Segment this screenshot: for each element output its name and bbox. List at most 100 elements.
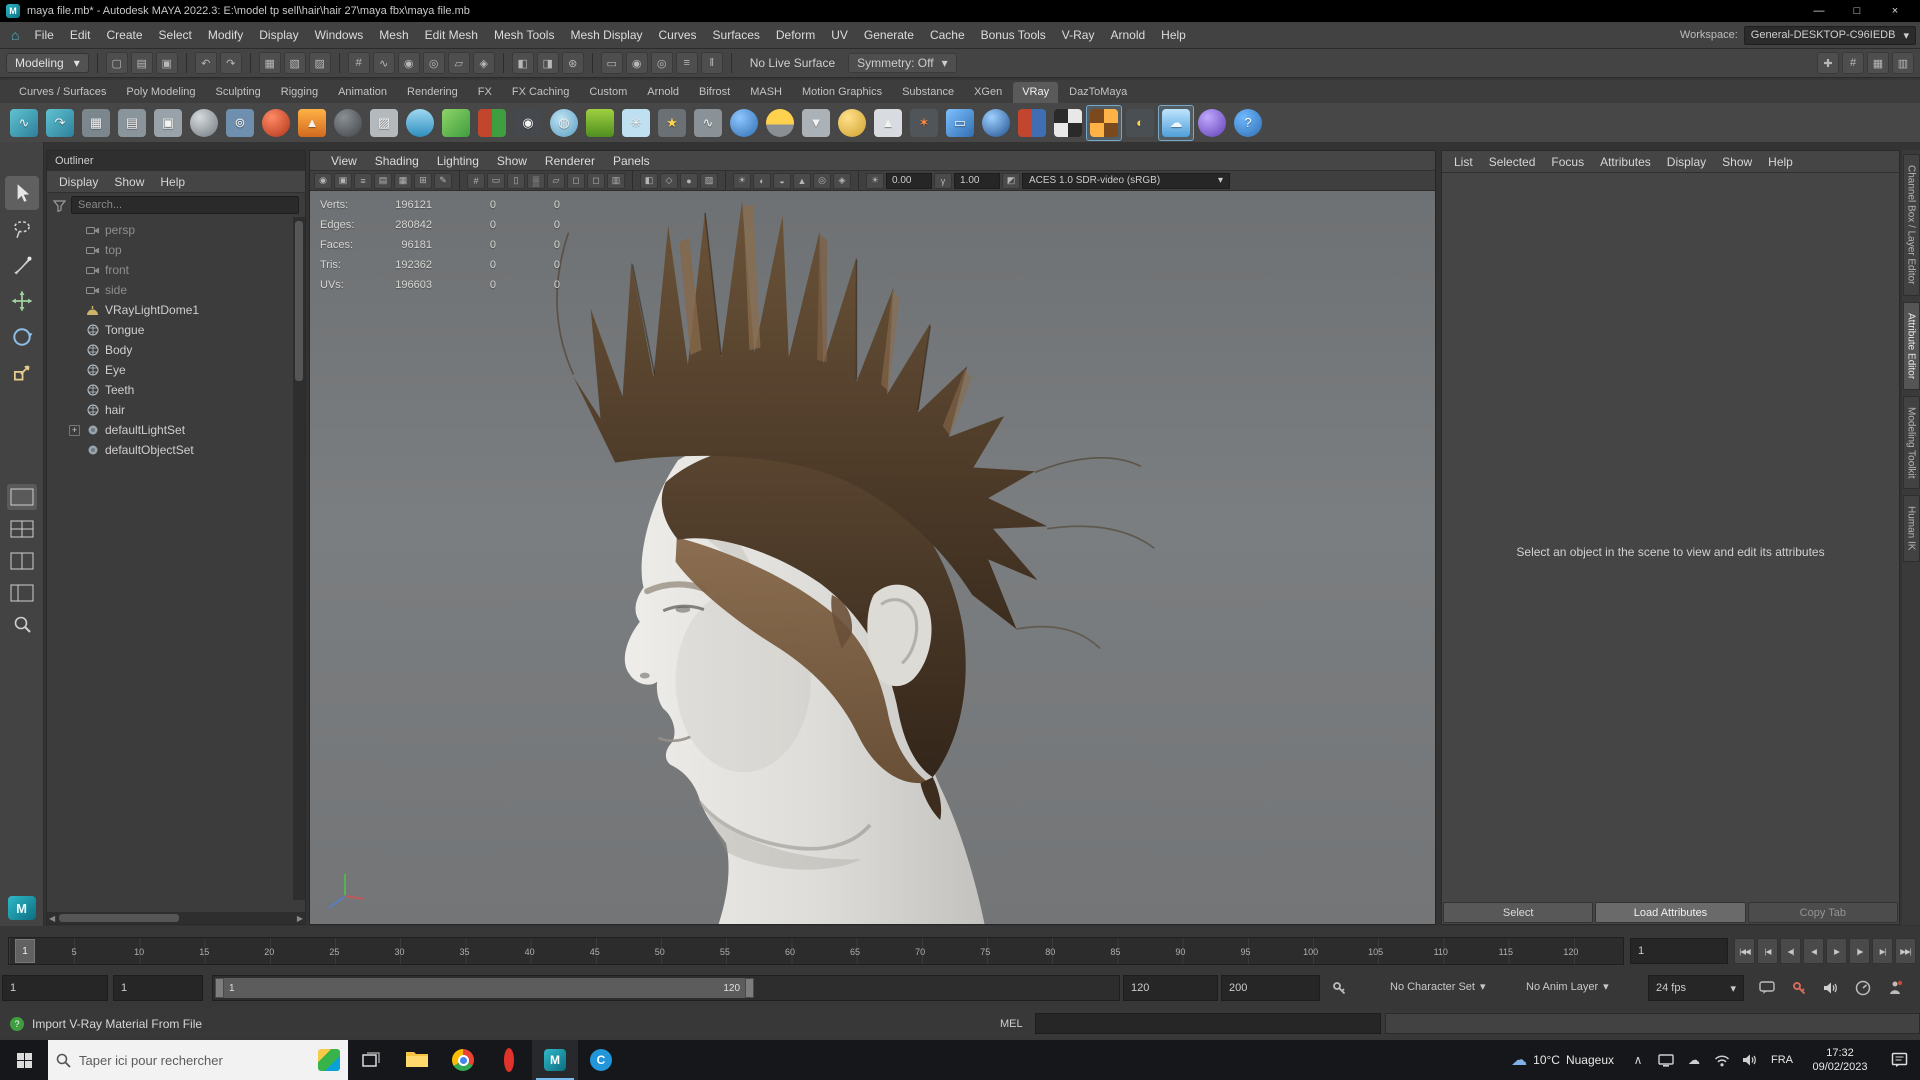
viewport-menu-lighting[interactable]: Lighting (428, 151, 488, 171)
menu-create[interactable]: Create (99, 22, 151, 48)
menu-mesh[interactable]: Mesh (371, 22, 416, 48)
shelf-icon[interactable]: ▨ (366, 105, 402, 141)
hidden-icons-chevron[interactable]: ∧ (1624, 1040, 1652, 1080)
gamma-field[interactable]: 1.00 (954, 172, 1000, 189)
select-camera-icon[interactable]: ◉ (314, 172, 332, 189)
volume-tray-icon[interactable] (1736, 1040, 1764, 1080)
exposure-field[interactable]: 0.00 (886, 172, 932, 189)
depth-of-field-icon[interactable]: ◎ (813, 172, 831, 189)
attribute-editor-menu-help[interactable]: Help (1760, 155, 1801, 169)
redo-icon[interactable]: ↷ (219, 52, 242, 74)
shelf-icon[interactable]: ∿ (6, 105, 42, 141)
open-scene-icon[interactable]: ▤ (130, 52, 153, 74)
pause-viewport-icon[interactable]: ‖ (700, 52, 723, 74)
live-surface-label[interactable]: No Live Surface (740, 56, 845, 70)
shelf-icon[interactable]: ∿ (690, 105, 726, 141)
outliner-toggle-icon[interactable]: ▥ (1892, 52, 1914, 74)
layout-single-pane[interactable] (6, 484, 37, 510)
taskbar-search[interactable] (48, 1040, 348, 1080)
shelf-icon[interactable] (1050, 105, 1086, 141)
maximize-button[interactable]: □ (1838, 0, 1876, 22)
outliner-search-input[interactable] (71, 196, 299, 214)
menu-modify[interactable]: Modify (200, 22, 251, 48)
symmetry-dropdown[interactable]: Symmetry: Off ▾ (848, 53, 957, 73)
outliner-item-tongue[interactable]: Tongue (47, 320, 305, 340)
outliner-item-defaultobjectset[interactable]: defaultObjectSet (47, 440, 305, 460)
grease-pencil-icon[interactable]: ✎ (434, 172, 452, 189)
taskbar-search-input[interactable] (79, 1052, 310, 1068)
render-current-frame-icon[interactable]: ◉ (625, 52, 648, 74)
home-icon[interactable]: ⌂ (4, 27, 26, 43)
play-forwards-button[interactable]: ▶ (1826, 938, 1847, 964)
scroll-left-icon[interactable]: ◀ (49, 914, 55, 923)
opera-button[interactable] (486, 1040, 532, 1080)
safe-title-icon[interactable]: ◻ (587, 172, 605, 189)
shelf-tab-mash[interactable]: MASH (741, 82, 791, 103)
select-button[interactable]: Select (1443, 902, 1594, 923)
timeline-ruler[interactable]: 1 5 10 15 20 25 30 35 40 45 50 55 60 65 70 75 80 85 90 95 1… (8, 937, 1624, 965)
side-tab-channel-box-layer-editor[interactable]: Channel Box / Layer Editor (1902, 154, 1920, 296)
outliner-hscrollbar[interactable]: ◀ ▶ (47, 912, 305, 924)
anti-alias-icon[interactable]: ▲ (793, 172, 811, 189)
move-tool[interactable] (5, 284, 39, 318)
menu-set-dropdown[interactable]: Modeling ▾ (6, 53, 89, 73)
make-live-icon[interactable]: ◈ (472, 52, 495, 74)
save-scene-icon[interactable]: ▣ (155, 52, 178, 74)
paint-select-tool[interactable] (5, 248, 39, 282)
step-forward-frame-button[interactable]: ▶| (1872, 938, 1893, 964)
snap-curve-icon[interactable]: ∿ (372, 52, 395, 74)
textured-icon[interactable]: ▨ (700, 172, 718, 189)
viewport-menu-renderer[interactable]: Renderer (536, 151, 604, 171)
attribute-editor-menu-focus[interactable]: Focus (1543, 155, 1592, 169)
menu-surfaces[interactable]: Surfaces (705, 22, 768, 48)
close-button[interactable]: × (1876, 0, 1914, 22)
shelf-icon[interactable] (726, 105, 762, 141)
menu-edit-mesh[interactable]: Edit Mesh (417, 22, 486, 48)
step-back-frame-button[interactable]: |◀ (1757, 938, 1778, 964)
shelf-icon[interactable] (834, 105, 870, 141)
two-d-pan-zoom-icon[interactable]: ⊞ (414, 172, 432, 189)
ipr-render-icon[interactable]: ◎ (650, 52, 673, 74)
shelf-icon[interactable]: ▦ (78, 105, 114, 141)
open-render-view-icon[interactable]: ▭ (600, 52, 623, 74)
menu-windows[interactable]: Windows (307, 22, 372, 48)
menu-select[interactable]: Select (151, 22, 200, 48)
character-controls-icon[interactable] (1884, 978, 1906, 998)
rotate-tool[interactable] (5, 320, 39, 354)
resolution-gate-icon[interactable]: ▯ (507, 172, 525, 189)
color-management-icon[interactable]: ◩ (1002, 172, 1020, 189)
animation-end-field[interactable]: 200 (1221, 975, 1320, 1001)
outliner-item-top[interactable]: top (47, 240, 305, 260)
menu-help[interactable]: Help (1153, 22, 1194, 48)
shelf-icon[interactable]: ◐ (1122, 105, 1158, 141)
playback-options-icon[interactable] (1756, 978, 1778, 998)
playback-speed-icon[interactable] (1852, 978, 1874, 998)
menu-deform[interactable]: Deform (768, 22, 823, 48)
shelf-icon[interactable] (1014, 105, 1050, 141)
chrome-button[interactable] (440, 1040, 486, 1080)
outliner-item-persp[interactable]: persp (47, 220, 305, 240)
shelf-tab-curves-surfaces[interactable]: Curves / Surfaces (10, 82, 115, 103)
range-slider-bar[interactable]: 1 120 (215, 978, 755, 998)
attribute-editor-menu-selected[interactable]: Selected (1481, 155, 1544, 169)
undo-icon[interactable]: ↶ (194, 52, 217, 74)
shelf-icon[interactable] (762, 105, 798, 141)
shelf-icon[interactable]: ◉ (510, 105, 546, 141)
attribute-editor-menu-display[interactable]: Display (1659, 155, 1714, 169)
panel-layout-icon[interactable]: ▦ (1867, 52, 1889, 74)
image-plane-icon[interactable]: ▦ (394, 172, 412, 189)
weather-widget[interactable]: ☁ 10°C Nuageux (1501, 1040, 1624, 1080)
attribute-editor-menu-show[interactable]: Show (1714, 155, 1760, 169)
menu-curves[interactable]: Curves (651, 22, 705, 48)
side-tab-modeling-toolkit[interactable]: Modeling Toolkit (1902, 395, 1920, 490)
shelf-icon[interactable]: ⊚ (222, 105, 258, 141)
viewport-menu-shading[interactable]: Shading (366, 151, 428, 171)
shadows-icon[interactable]: ◐ (753, 172, 771, 189)
playback-start-field[interactable]: 1 (113, 975, 203, 1001)
colorspace-dropdown[interactable]: ACES 1.0 SDR-video (sRGB) ▾ (1022, 172, 1230, 189)
camera-attributes-icon[interactable]: ≡ (354, 172, 372, 189)
shelf-tab-vray[interactable]: VRay (1013, 82, 1059, 103)
minimize-button[interactable]: — (1800, 0, 1838, 22)
grid-toggle-icon[interactable]: # (1842, 52, 1864, 74)
shaded-icon[interactable]: ● (680, 172, 698, 189)
